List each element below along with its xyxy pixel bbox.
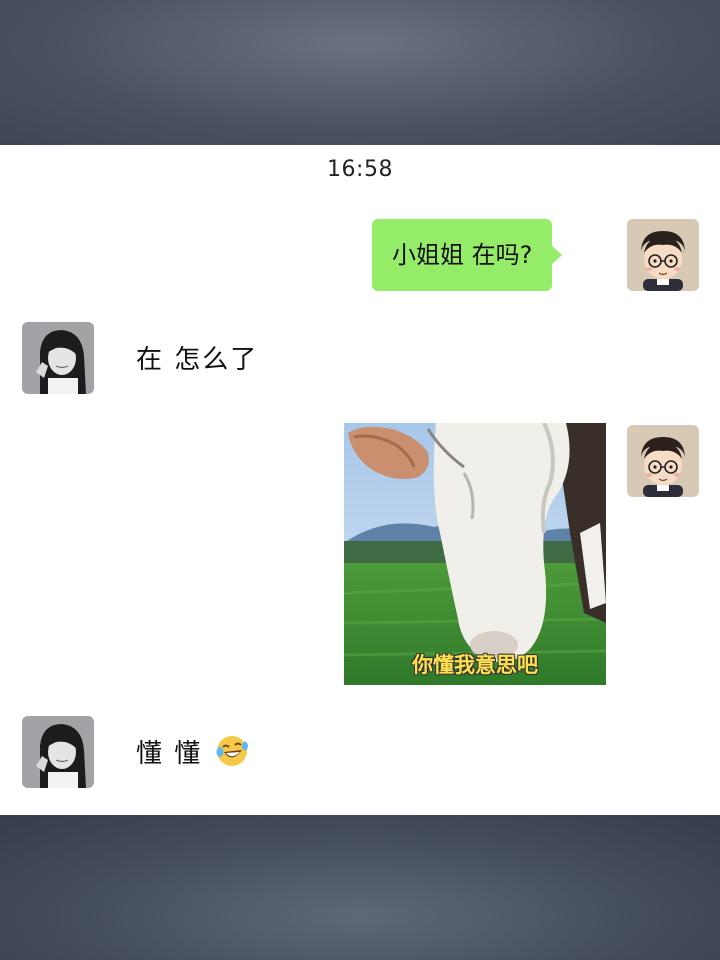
contact-avatar[interactable] <box>22 322 94 394</box>
cartoon-boy-avatar-icon <box>627 219 699 291</box>
incoming-message[interactable]: 在 怎么了 <box>136 339 258 376</box>
chat-panel: 16:58 小姐姐 在吗? 在 怎么了 你懂我意思吧 懂 懂 <box>0 145 720 815</box>
contact-avatar[interactable] <box>22 716 94 788</box>
outgoing-message-bubble[interactable]: 小姐姐 在吗? <box>372 219 563 291</box>
message-timestamp: 16:58 <box>327 157 393 182</box>
background-bottom <box>0 815 720 960</box>
laughing-crying-emoji-icon <box>216 736 248 766</box>
message-text: 在 怎么了 <box>136 345 259 375</box>
cartoon-boy-avatar-icon <box>627 425 699 497</box>
my-avatar[interactable] <box>627 219 699 291</box>
girl-photo-avatar-icon <box>22 322 94 394</box>
my-avatar[interactable] <box>627 425 699 497</box>
sticker-message[interactable]: 你懂我意思吧 <box>344 423 606 685</box>
sticker-caption: 你懂我意思吧 <box>412 653 538 677</box>
message-text: 小姐姐 在吗? <box>392 241 533 269</box>
incoming-message[interactable]: 懂 懂 <box>136 733 249 770</box>
girl-photo-avatar-icon <box>22 716 94 788</box>
cow-grazing-sticker-image <box>344 423 606 685</box>
background-top <box>0 0 720 145</box>
message-text: 懂 懂 <box>136 739 203 769</box>
